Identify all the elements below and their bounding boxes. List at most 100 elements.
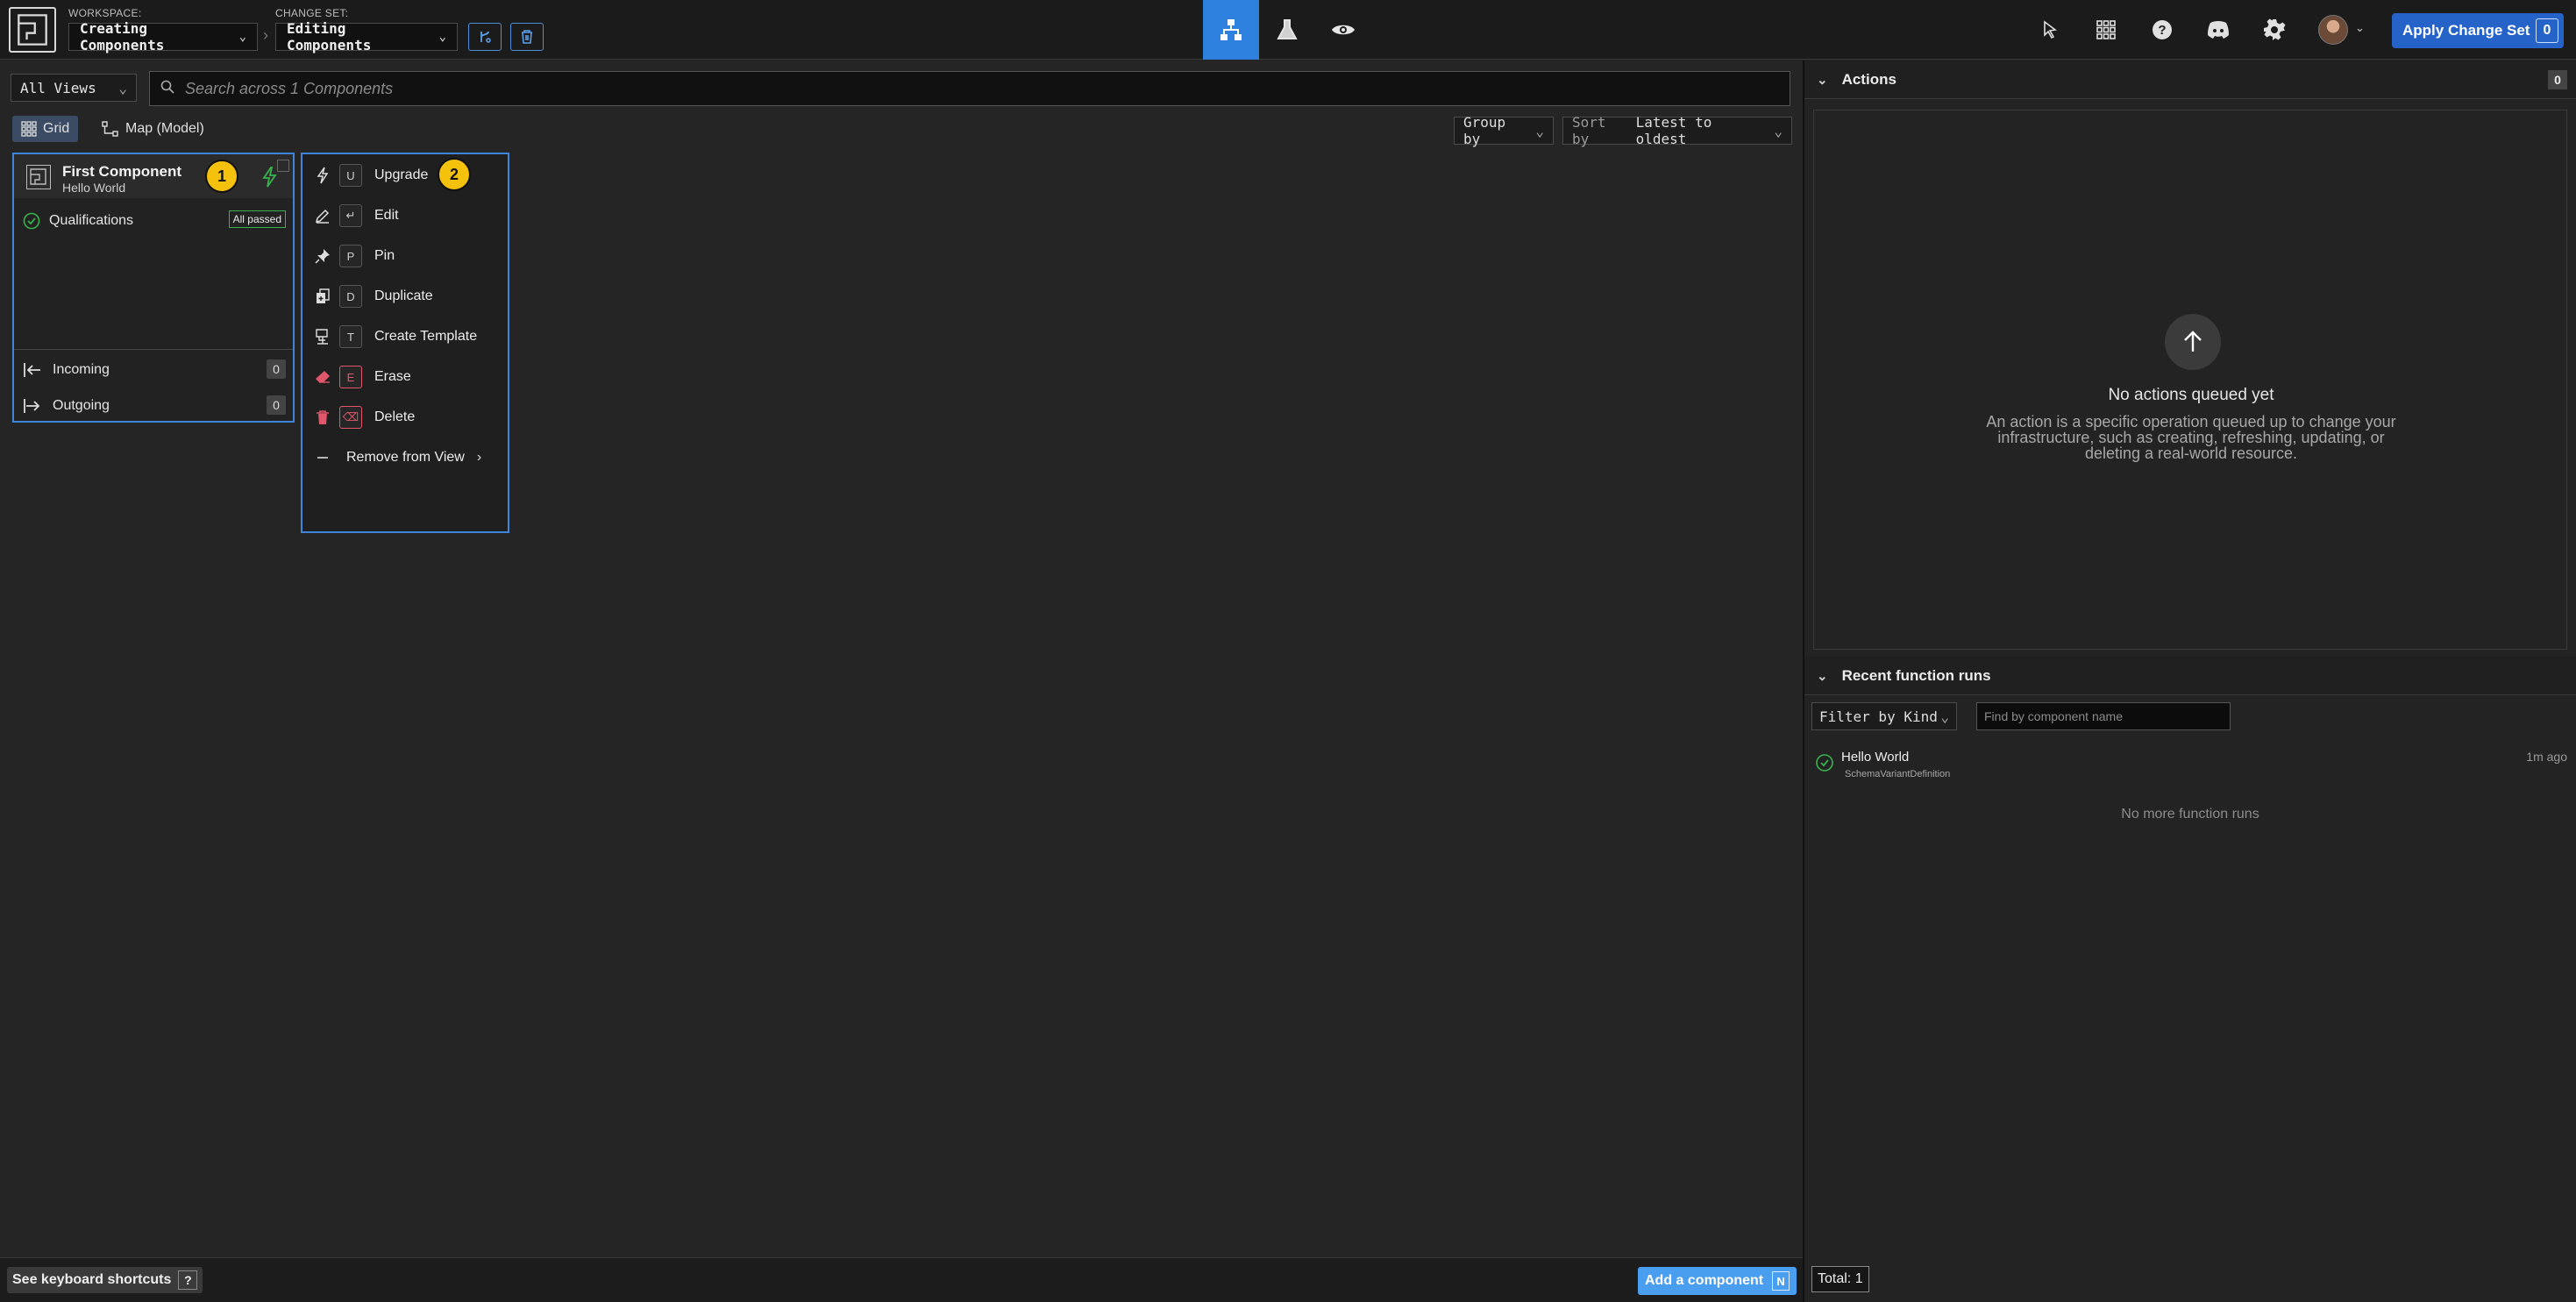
grid-icon — [21, 121, 37, 137]
menu-item-label: Pin — [374, 248, 395, 263]
sort-label: Sort by — [1572, 114, 1606, 147]
select-checkbox[interactable] — [277, 160, 289, 172]
actions-header[interactable]: ⌄ Actions 0 — [1804, 60, 2576, 99]
run-name: Hello World — [1841, 750, 1910, 765]
sort-select[interactable]: Sort by Latest to oldest ⌄ — [1562, 114, 1792, 147]
upgrade-bolt-icon[interactable] — [261, 167, 277, 192]
menu-item-create-template[interactable]: T Create Template — [302, 319, 508, 354]
chevron-down-icon[interactable]: ⌄ — [2355, 21, 2365, 35]
tab-map[interactable]: Map (Model) — [93, 116, 213, 142]
filter-kind-value: Filter by Kind — [1819, 708, 1938, 725]
cursor-icon[interactable] — [2034, 14, 2066, 46]
shortcut-key: N — [1772, 1271, 1790, 1291]
tab-map-label: Map (Model) — [125, 121, 204, 136]
step-badge-2: 2 — [438, 158, 471, 191]
incoming-row[interactable]: Incoming 0 — [23, 359, 286, 379]
qualifications-row[interactable]: Qualifications All passed — [23, 210, 286, 230]
changeset-select[interactable]: Editing Components ⌄ — [275, 20, 458, 53]
add-component-button[interactable]: Add a component N — [1638, 1267, 1797, 1295]
function-runs-title: Recent function runs — [1841, 666, 1991, 684]
find-component-input[interactable] — [1976, 702, 2231, 730]
group-by-select[interactable]: Group by ⌄ — [1454, 114, 1554, 147]
pencil-icon — [313, 208, 332, 224]
total-count: Total: 1 — [1811, 1266, 1869, 1292]
grid-menu-icon[interactable] — [2090, 14, 2122, 46]
group-by-label: Group by — [1463, 114, 1506, 147]
actions-empty-state: No actions queued yet An action is a spe… — [1813, 110, 2567, 650]
shortcut-key: ↵ — [339, 204, 362, 227]
new-changeset-button[interactable] — [468, 23, 502, 51]
outgoing-label: Outgoing — [53, 398, 110, 413]
template-icon — [313, 329, 332, 345]
views-select-value: All Views — [20, 79, 96, 96]
tab-customize[interactable] — [1259, 0, 1315, 60]
filter-kind-select[interactable]: Filter by Kind ⌄ — [1811, 702, 1957, 730]
tab-grid[interactable]: Grid — [12, 116, 79, 142]
workspace-select[interactable]: Creating Components ⌄ — [68, 20, 258, 53]
outgoing-row[interactable]: Outgoing 0 — [23, 395, 286, 415]
menu-item-label: Upgrade — [374, 167, 429, 182]
hierarchy-icon — [1220, 19, 1242, 40]
top-bar: WORKSPACE: Creating Components ⌄ › CHANGE… — [0, 0, 2576, 60]
sort-value: Latest to oldest — [1635, 114, 1712, 147]
component-card-header: First Component Hello World 1 — [14, 154, 293, 198]
shortcut-key: ? — [178, 1270, 198, 1290]
avatar[interactable] — [2318, 15, 2348, 45]
workspace-value: Creating Components — [80, 20, 165, 53]
chevron-down-icon: ⌄ — [1817, 668, 1828, 684]
shortcut-key: E — [339, 366, 362, 388]
chevron-right-icon: › — [476, 450, 482, 465]
search-icon — [160, 80, 174, 98]
eraser-icon — [313, 369, 332, 385]
discord-icon[interactable] — [2202, 14, 2234, 46]
app-logo-icon[interactable] — [9, 7, 56, 53]
pin-icon — [313, 248, 332, 264]
component-view: All Views ⌄ Search across 1 Components Gr… — [0, 60, 1803, 1256]
breadcrumb-separator: › — [263, 26, 268, 44]
views-select[interactable]: All Views ⌄ — [11, 74, 137, 102]
run-time: 1m ago — [2526, 750, 2567, 764]
chevron-down-icon: ⌄ — [1940, 708, 1949, 725]
menu-item-upgrade[interactable]: U Upgrade — [302, 158, 508, 193]
menu-item-pin[interactable]: P Pin — [302, 238, 508, 274]
context-menu: U Upgrade 2 ↵ Edit P Pin D Duplicate T C… — [301, 153, 509, 533]
shortcuts-label: See keyboard shortcuts — [12, 1272, 172, 1287]
workspace-label: WORKSPACE: — [68, 7, 142, 19]
gear-icon[interactable] — [2259, 14, 2290, 46]
menu-item-duplicate[interactable]: D Duplicate — [302, 279, 508, 314]
chevron-down-icon: ⌄ — [238, 30, 246, 44]
shortcut-key: ⌫ — [339, 406, 362, 429]
trash-icon — [522, 30, 532, 44]
shortcut-key: U — [339, 164, 362, 187]
shortcut-key: T — [339, 325, 362, 348]
menu-item-label: Erase — [374, 369, 411, 384]
check-circle-icon — [23, 212, 40, 230]
chevron-down-icon: ⌄ — [1817, 72, 1828, 88]
trash-icon — [313, 409, 332, 425]
search-input[interactable]: Search across 1 Components — [149, 71, 1790, 106]
help-icon[interactable]: ? — [2146, 14, 2178, 46]
function-runs-header[interactable]: ⌄ Recent function runs — [1804, 657, 2576, 695]
tab-audit[interactable] — [1315, 0, 1371, 60]
branch-icon — [480, 31, 491, 43]
menu-item-label: Edit — [374, 208, 399, 223]
add-component-label: Add a component — [1645, 1273, 1764, 1288]
apply-label: Apply Change Set — [2402, 22, 2530, 39]
component-subtitle: Hello World — [62, 181, 126, 195]
function-run-item[interactable]: Hello World SchemaVariantDefinition 1m a… — [1811, 746, 2567, 790]
menu-item-edit[interactable]: ↵ Edit — [302, 198, 508, 233]
apply-changeset-button[interactable]: Apply Change Set 0 — [2392, 13, 2564, 48]
arrow-up-icon — [2165, 314, 2221, 370]
changeset-label: CHANGE SET: — [275, 7, 349, 19]
menu-item-label: Remove from View — [346, 450, 465, 465]
abandon-changeset-button[interactable] — [510, 23, 544, 51]
menu-item-erase[interactable]: E Erase — [302, 359, 508, 395]
menu-item-delete[interactable]: ⌫ Delete — [302, 400, 508, 435]
menu-item-remove-from-view[interactable]: Remove from View › — [302, 440, 508, 475]
chevron-down-icon: ⌄ — [118, 79, 127, 96]
arrow-in-icon — [24, 363, 40, 377]
qualifications-label: Qualifications — [49, 213, 134, 228]
keyboard-shortcuts-button[interactable]: See keyboard shortcuts ? — [7, 1267, 203, 1293]
tab-model[interactable] — [1203, 0, 1259, 60]
component-card[interactable]: First Component Hello World 1 Qualificat… — [12, 153, 295, 423]
